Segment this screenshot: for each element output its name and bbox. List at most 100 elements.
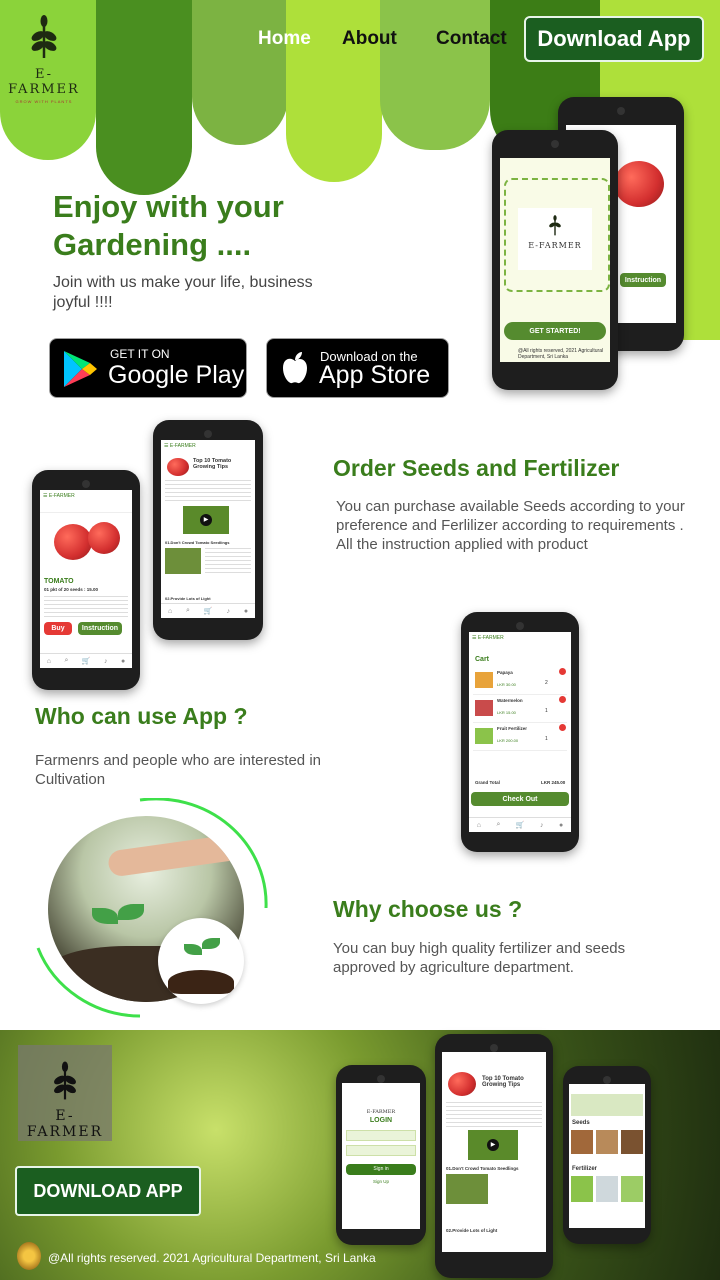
product-price: 01 pkt of 20 seeds : 15.00	[44, 587, 99, 592]
phone-screen: E-FARMER LOGIN Sign in Sign Up	[342, 1083, 420, 1229]
cart-item-name: Fruit Fertilizer	[497, 726, 528, 731]
camera-dot	[603, 1076, 611, 1084]
cart-item-price: LKR 30.00	[497, 682, 516, 687]
get-started-button[interactable]: GET STARTED!	[504, 322, 606, 340]
tomato-image	[614, 161, 664, 207]
bell-icon[interactable]: ♪	[540, 822, 544, 829]
nav-about[interactable]: About	[342, 28, 397, 50]
username-field[interactable]	[346, 1130, 416, 1141]
banner-image	[571, 1094, 643, 1116]
cart-item: Fruit Fertilizer LKR 200.00 1	[473, 724, 567, 751]
app-header: ☰ E-FARMER	[472, 635, 504, 641]
app-header: ☰ E-FARMER	[164, 443, 196, 449]
camera-dot	[204, 430, 212, 438]
profile-icon[interactable]: ●	[244, 608, 248, 615]
instruction-button[interactable]: Instruction	[78, 622, 122, 635]
camera-dot	[516, 622, 524, 630]
cart-icon[interactable]: 🛒	[516, 821, 525, 829]
cart-item-name: Watermelon	[497, 698, 523, 703]
seed-thumb[interactable]	[571, 1130, 593, 1154]
buy-button[interactable]: Buy	[44, 622, 72, 635]
home-icon[interactable]: ⌂	[168, 608, 172, 615]
video-thumbnail[interactable]: ▶	[183, 506, 229, 534]
splash-brand-name: E-FARMER	[528, 241, 582, 250]
tab-bar: ⌂ ⌕ 🛒 ♪ ●	[161, 603, 255, 618]
footer-copyright: @All rights reserved. 2021 Agricultural …	[48, 1251, 376, 1265]
seedling-leaf	[92, 908, 118, 924]
tomato-image	[54, 524, 92, 560]
phone-screen: Top 10 Tomato Growing Tips ▶ 01.Don't Cr…	[442, 1052, 546, 1252]
login-title: LOGIN	[369, 1117, 393, 1124]
grand-total-value: LKR 245.00	[541, 780, 566, 785]
google-big-text: Google Play	[108, 361, 245, 389]
bell-icon[interactable]: ♪	[104, 658, 108, 665]
footer-logo[interactable]: E-FARMER	[18, 1045, 112, 1141]
checkout-button[interactable]: Check Out	[471, 792, 569, 806]
soil-pile	[168, 970, 234, 994]
cart-phone: ☰ E-FARMER Cart Papaya LKR 30.00 2 Water…	[461, 612, 579, 852]
nav-contact[interactable]: Contact	[436, 28, 507, 50]
remove-icon[interactable]	[559, 668, 566, 675]
seed-thumb[interactable]	[596, 1130, 618, 1154]
footer-download-button[interactable]: DOWNLOAD APP	[15, 1166, 201, 1216]
download-app-button[interactable]: Download App	[524, 16, 704, 62]
profile-icon[interactable]: ●	[121, 658, 125, 665]
profile-icon[interactable]: ●	[559, 822, 563, 829]
cart-item-qty[interactable]: 2	[545, 680, 548, 686]
play-icon[interactable]: ▶	[487, 1139, 499, 1151]
apple-icon	[283, 352, 307, 384]
phone-screen: E-FARMER GET STARTED! @All rights reserv…	[500, 158, 610, 362]
apple-big-text: App Store	[319, 361, 431, 389]
product-phone: ☰ E-FARMER TOMATO 01 pkt of 20 seeds : 1…	[32, 470, 140, 690]
article-lines	[446, 1102, 542, 1128]
brand-name: E-FARMER	[8, 67, 80, 97]
search-icon[interactable]: ⌕	[64, 657, 68, 665]
home-icon[interactable]: ⌂	[477, 822, 481, 829]
cart-item-qty[interactable]: 1	[545, 708, 548, 714]
password-field[interactable]	[346, 1145, 416, 1156]
drape-band	[96, 0, 192, 195]
article-item-2: 02.Provide Lots of Light	[165, 596, 211, 601]
signup-link[interactable]: Sign Up	[342, 1179, 420, 1184]
remove-icon[interactable]	[559, 724, 566, 731]
who-section-title: Who can use App ?	[35, 703, 248, 729]
splash-rights-text: @All rights reserved, 2021 Agricultural …	[518, 348, 604, 360]
hero-subtitle: Join with us make your life, business jo…	[53, 274, 313, 311]
search-icon[interactable]: ⌕	[186, 607, 190, 615]
product-desc-lines	[44, 596, 128, 618]
google-play-badge[interactable]: GET IT ON Google Play	[49, 338, 247, 398]
tab-bar: ⌂ ⌕ 🛒 ♪ ●	[469, 817, 571, 832]
cart-item-price: LKR 200.00	[497, 738, 519, 743]
article-item-1: 01.Don't Crowd Tomato Seedlings	[446, 1166, 519, 1171]
cart-item: Papaya LKR 30.00 2	[473, 668, 567, 695]
why-section-title: Why choose us ?	[333, 896, 523, 922]
tab-bar: ⌂ ⌕ 🛒 ♪ ●	[40, 653, 132, 668]
article-lines	[165, 480, 251, 504]
signin-button[interactable]: Sign in	[346, 1164, 416, 1175]
order-section-title: Order Seeds and Fertilizer	[333, 455, 620, 481]
cart-icon[interactable]: 🛒	[82, 657, 91, 665]
cart-icon[interactable]: 🛒	[204, 607, 213, 615]
remove-icon[interactable]	[559, 696, 566, 703]
home-icon[interactable]: ⌂	[47, 658, 51, 665]
nav-home[interactable]: Home	[258, 28, 311, 50]
play-icon[interactable]: ▶	[200, 514, 212, 526]
instruction-button[interactable]: Instruction	[620, 273, 666, 287]
article-title: Top 10 Tomato Growing Tips	[193, 458, 232, 470]
seed-thumb[interactable]	[621, 1130, 643, 1154]
fertilizer-thumb[interactable]	[571, 1176, 593, 1202]
app-store-badge[interactable]: Download on the App Store	[266, 338, 449, 398]
fertilizer-thumb[interactable]	[596, 1176, 618, 1202]
plant-logo-icon	[31, 15, 57, 58]
tomato-image	[448, 1072, 476, 1096]
video-thumbnail[interactable]: ▶	[468, 1130, 518, 1160]
login-phone: E-FARMER LOGIN Sign in Sign Up	[336, 1065, 426, 1245]
seedling-image	[165, 548, 201, 574]
bell-icon[interactable]: ♪	[226, 608, 230, 615]
fertilizer-thumb[interactable]	[621, 1176, 643, 1202]
brand-logo[interactable]: E-FARMER GROW WITH PLANTS	[8, 14, 80, 104]
search-icon[interactable]: ⌕	[496, 821, 500, 829]
sprout-leaf	[202, 938, 220, 949]
shop-phone: Seeds Fertilizer	[563, 1066, 651, 1244]
cart-item-qty[interactable]: 1	[545, 736, 548, 742]
